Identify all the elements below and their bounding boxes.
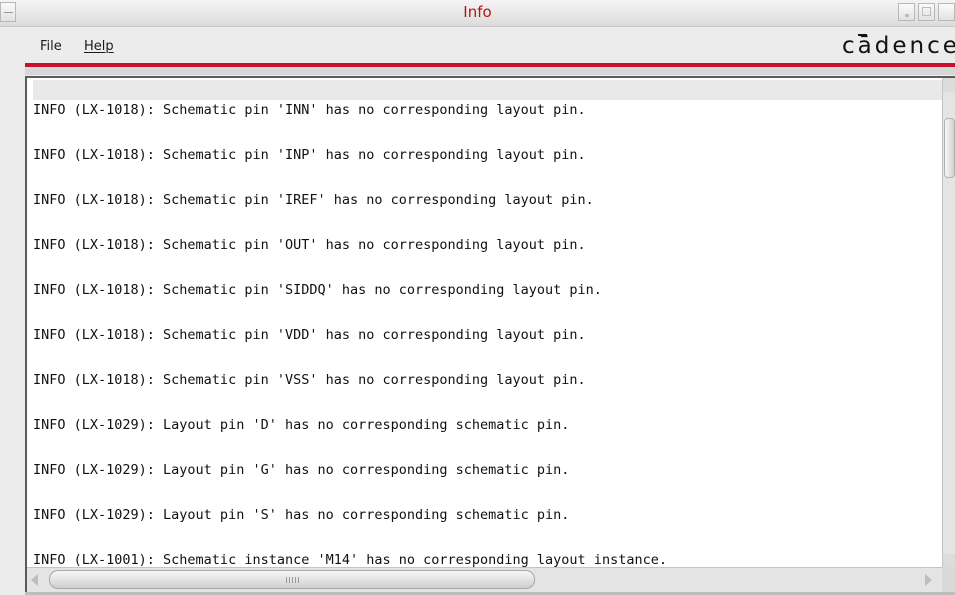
separator	[25, 67, 955, 75]
scroll-right-arrow-icon[interactable]	[925, 574, 932, 586]
close-icon[interactable]	[938, 3, 955, 21]
log-line: INFO (LX-1018): Schematic pin 'INP' has …	[33, 147, 586, 163]
title-bar[interactable]: Info	[0, 0, 955, 27]
log-text-area[interactable]: INFO (LX-1018): Schematic pin 'INN' has …	[33, 102, 943, 570]
scroll-left-arrow-icon[interactable]	[31, 574, 38, 586]
menu-bar: File Help cādence	[0, 27, 955, 63]
scroll-up-arrow-icon[interactable]	[943, 78, 955, 92]
log-pane-header	[33, 80, 943, 100]
window-title: Info	[463, 3, 492, 21]
vertical-scrollbar[interactable]	[942, 78, 955, 568]
maximize-icon[interactable]	[918, 3, 935, 21]
log-line: INFO (LX-1029): Layout pin 'S' has no co…	[33, 507, 570, 523]
log-line: INFO (LX-1001): Schematic instance 'M14'…	[33, 552, 667, 568]
scroll-grip-icon	[286, 577, 300, 583]
vertical-scroll-thumb[interactable]	[944, 118, 955, 178]
scroll-down-arrow-icon[interactable]	[943, 554, 955, 568]
menu-file[interactable]: File	[40, 39, 62, 54]
log-line: INFO (LX-1018): Schematic pin 'IREF' has…	[33, 192, 594, 208]
log-line: INFO (LX-1018): Schematic pin 'VDD' has …	[33, 327, 586, 343]
log-line: INFO (LX-1018): Schematic pin 'OUT' has …	[33, 237, 586, 253]
log-line: INFO (LX-1018): Schematic pin 'VSS' has …	[33, 372, 586, 388]
log-pane[interactable]: INFO (LX-1018): Schematic pin 'INN' has …	[25, 76, 955, 595]
info-window: Info File Help cādence INFO (LX-1018): S…	[0, 0, 955, 595]
horizontal-scroll-thumb[interactable]	[49, 570, 535, 589]
menu-help[interactable]: Help	[84, 39, 114, 54]
scrollbar-corner	[942, 567, 955, 592]
minimize-icon[interactable]	[898, 3, 915, 21]
cadence-logo: cādence	[842, 33, 955, 59]
horizontal-scrollbar[interactable]	[27, 567, 955, 592]
log-line: INFO (LX-1029): Layout pin 'G' has no co…	[33, 462, 570, 478]
log-line: INFO (LX-1029): Layout pin 'D' has no co…	[33, 417, 570, 433]
log-line: INFO (LX-1018): Schematic pin 'SIDDQ' ha…	[33, 282, 602, 298]
log-line: INFO (LX-1018): Schematic pin 'INN' has …	[33, 102, 586, 118]
